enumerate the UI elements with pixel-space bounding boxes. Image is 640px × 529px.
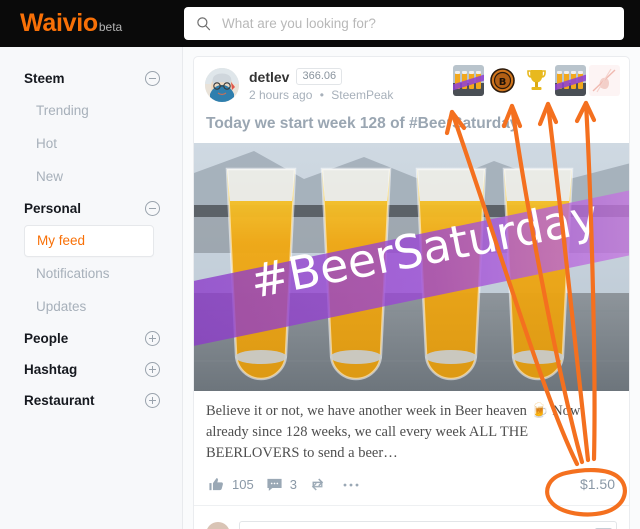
- badge-art: [521, 65, 552, 96]
- avatar-image: [205, 68, 239, 102]
- trophy-badge-icon[interactable]: [521, 65, 552, 96]
- minus-circle-icon[interactable]: [145, 201, 160, 216]
- reblog-button[interactable]: [309, 476, 326, 493]
- sidebar-item-label: Hot: [36, 136, 58, 151]
- beer-saturday-badge-icon[interactable]: [453, 65, 484, 96]
- post-card: detlev 366.06 2 hours ago • SteemPeak B …: [193, 56, 630, 529]
- reblog-icon: [311, 478, 324, 491]
- post-footer: 105 3 $1.50: [194, 470, 629, 505]
- thumbs-up-icon: [209, 478, 223, 491]
- search-icon: [197, 17, 211, 31]
- sidebar-item-people[interactable]: People: [0, 323, 182, 354]
- sidebar-group-title: Personal: [24, 201, 82, 216]
- meta-separator: •: [319, 88, 324, 102]
- post-body: Believe it or not, we have another week …: [206, 403, 581, 462]
- sidebar-item-notifications[interactable]: Notifications: [0, 257, 182, 290]
- pink-sketch-badge-icon[interactable]: [589, 65, 620, 96]
- sidebar-item-trending[interactable]: Trending: [0, 94, 182, 127]
- app-root: Waivio beta Steem Trending Hot New Perso…: [0, 0, 640, 529]
- reputation-badge: 366.06: [296, 68, 343, 85]
- sidebar-item-label: People: [24, 331, 69, 346]
- app-logo[interactable]: Waivio beta: [20, 11, 122, 36]
- sidebar-item-hashtag[interactable]: Hashtag: [0, 354, 182, 385]
- sidebar-group-title: Steem: [24, 71, 65, 86]
- sidebar-item-label: My feed: [37, 233, 86, 248]
- comment-avatar: [206, 522, 230, 529]
- sidebar-item-updates[interactable]: Updates: [0, 290, 182, 323]
- logo-text: Waivio: [20, 9, 98, 37]
- sidebar-group-steem[interactable]: Steem: [0, 63, 182, 94]
- post-timestamp: 2 hours ago: [249, 88, 313, 102]
- sidebar-item-hot[interactable]: Hot: [0, 127, 182, 160]
- sidebar-item-label: New: [36, 169, 64, 184]
- post-title[interactable]: Today we start week 128 of #BeerSaturday: [194, 108, 629, 143]
- plus-circle-icon[interactable]: [145, 393, 160, 408]
- more-button[interactable]: [342, 481, 360, 489]
- comment-icon: [267, 479, 282, 492]
- plus-circle-icon[interactable]: [145, 331, 160, 346]
- search-input[interactable]: [220, 8, 600, 39]
- post-author-block: detlev 366.06 2 hours ago • SteemPeak: [249, 68, 393, 102]
- avatar[interactable]: [205, 68, 239, 102]
- sidebar: Steem Trending Hot New Personal My feed …: [0, 47, 183, 529]
- sidebar-item-label: Restaurant: [24, 393, 95, 408]
- comment-count: 3: [289, 477, 297, 493]
- sidebar-item-label: Hashtag: [24, 362, 78, 377]
- comment-button[interactable]: 3: [266, 476, 297, 493]
- minus-circle-icon[interactable]: [145, 71, 160, 86]
- badge-art: [453, 65, 484, 96]
- post-header: detlev 366.06 2 hours ago • SteemPeak B: [194, 57, 629, 108]
- badge-art: [555, 65, 586, 96]
- logo-beta-tag: beta: [98, 20, 123, 34]
- top-bar: Waivio beta: [0, 0, 640, 47]
- sidebar-group-personal[interactable]: Personal: [0, 193, 182, 224]
- badge-art: [589, 65, 620, 96]
- sidebar-item-new[interactable]: New: [0, 160, 182, 193]
- post-meta: 2 hours ago • SteemPeak: [249, 88, 393, 102]
- sidebar-item-label: Notifications: [36, 266, 110, 281]
- post-image-art: #BeerSaturday: [194, 143, 629, 392]
- search-bar[interactable]: [184, 7, 624, 40]
- badge-art: B: [487, 65, 518, 96]
- like-count: 105: [232, 477, 254, 493]
- post-author[interactable]: detlev: [249, 69, 289, 85]
- sidebar-item-my-feed[interactable]: My feed: [0, 224, 182, 257]
- b-coin-badge-icon[interactable]: B: [487, 65, 518, 96]
- sidebar-item-label: Updates: [36, 299, 87, 314]
- sidebar-item-restaurant[interactable]: Restaurant: [0, 385, 182, 416]
- post-source[interactable]: SteemPeak: [331, 88, 393, 102]
- payout-amount[interactable]: $1.50: [580, 476, 615, 492]
- like-button[interactable]: 105: [208, 476, 254, 493]
- comment-input[interactable]: [239, 521, 617, 529]
- beer-saturday-badge-icon[interactable]: [555, 65, 586, 96]
- post-badges: B: [453, 65, 620, 96]
- feed-column: detlev 366.06 2 hours ago • SteemPeak B …: [183, 47, 640, 529]
- svg-text:B: B: [499, 77, 507, 88]
- plus-circle-icon[interactable]: [145, 362, 160, 377]
- comment-form: [194, 505, 629, 529]
- sidebar-item-label: Trending: [36, 103, 89, 118]
- sidebar-item-my-feed-pill[interactable]: My feed: [24, 224, 154, 257]
- post-image[interactable]: #BeerSaturday: [194, 143, 629, 392]
- more-dots-icon: [343, 483, 359, 487]
